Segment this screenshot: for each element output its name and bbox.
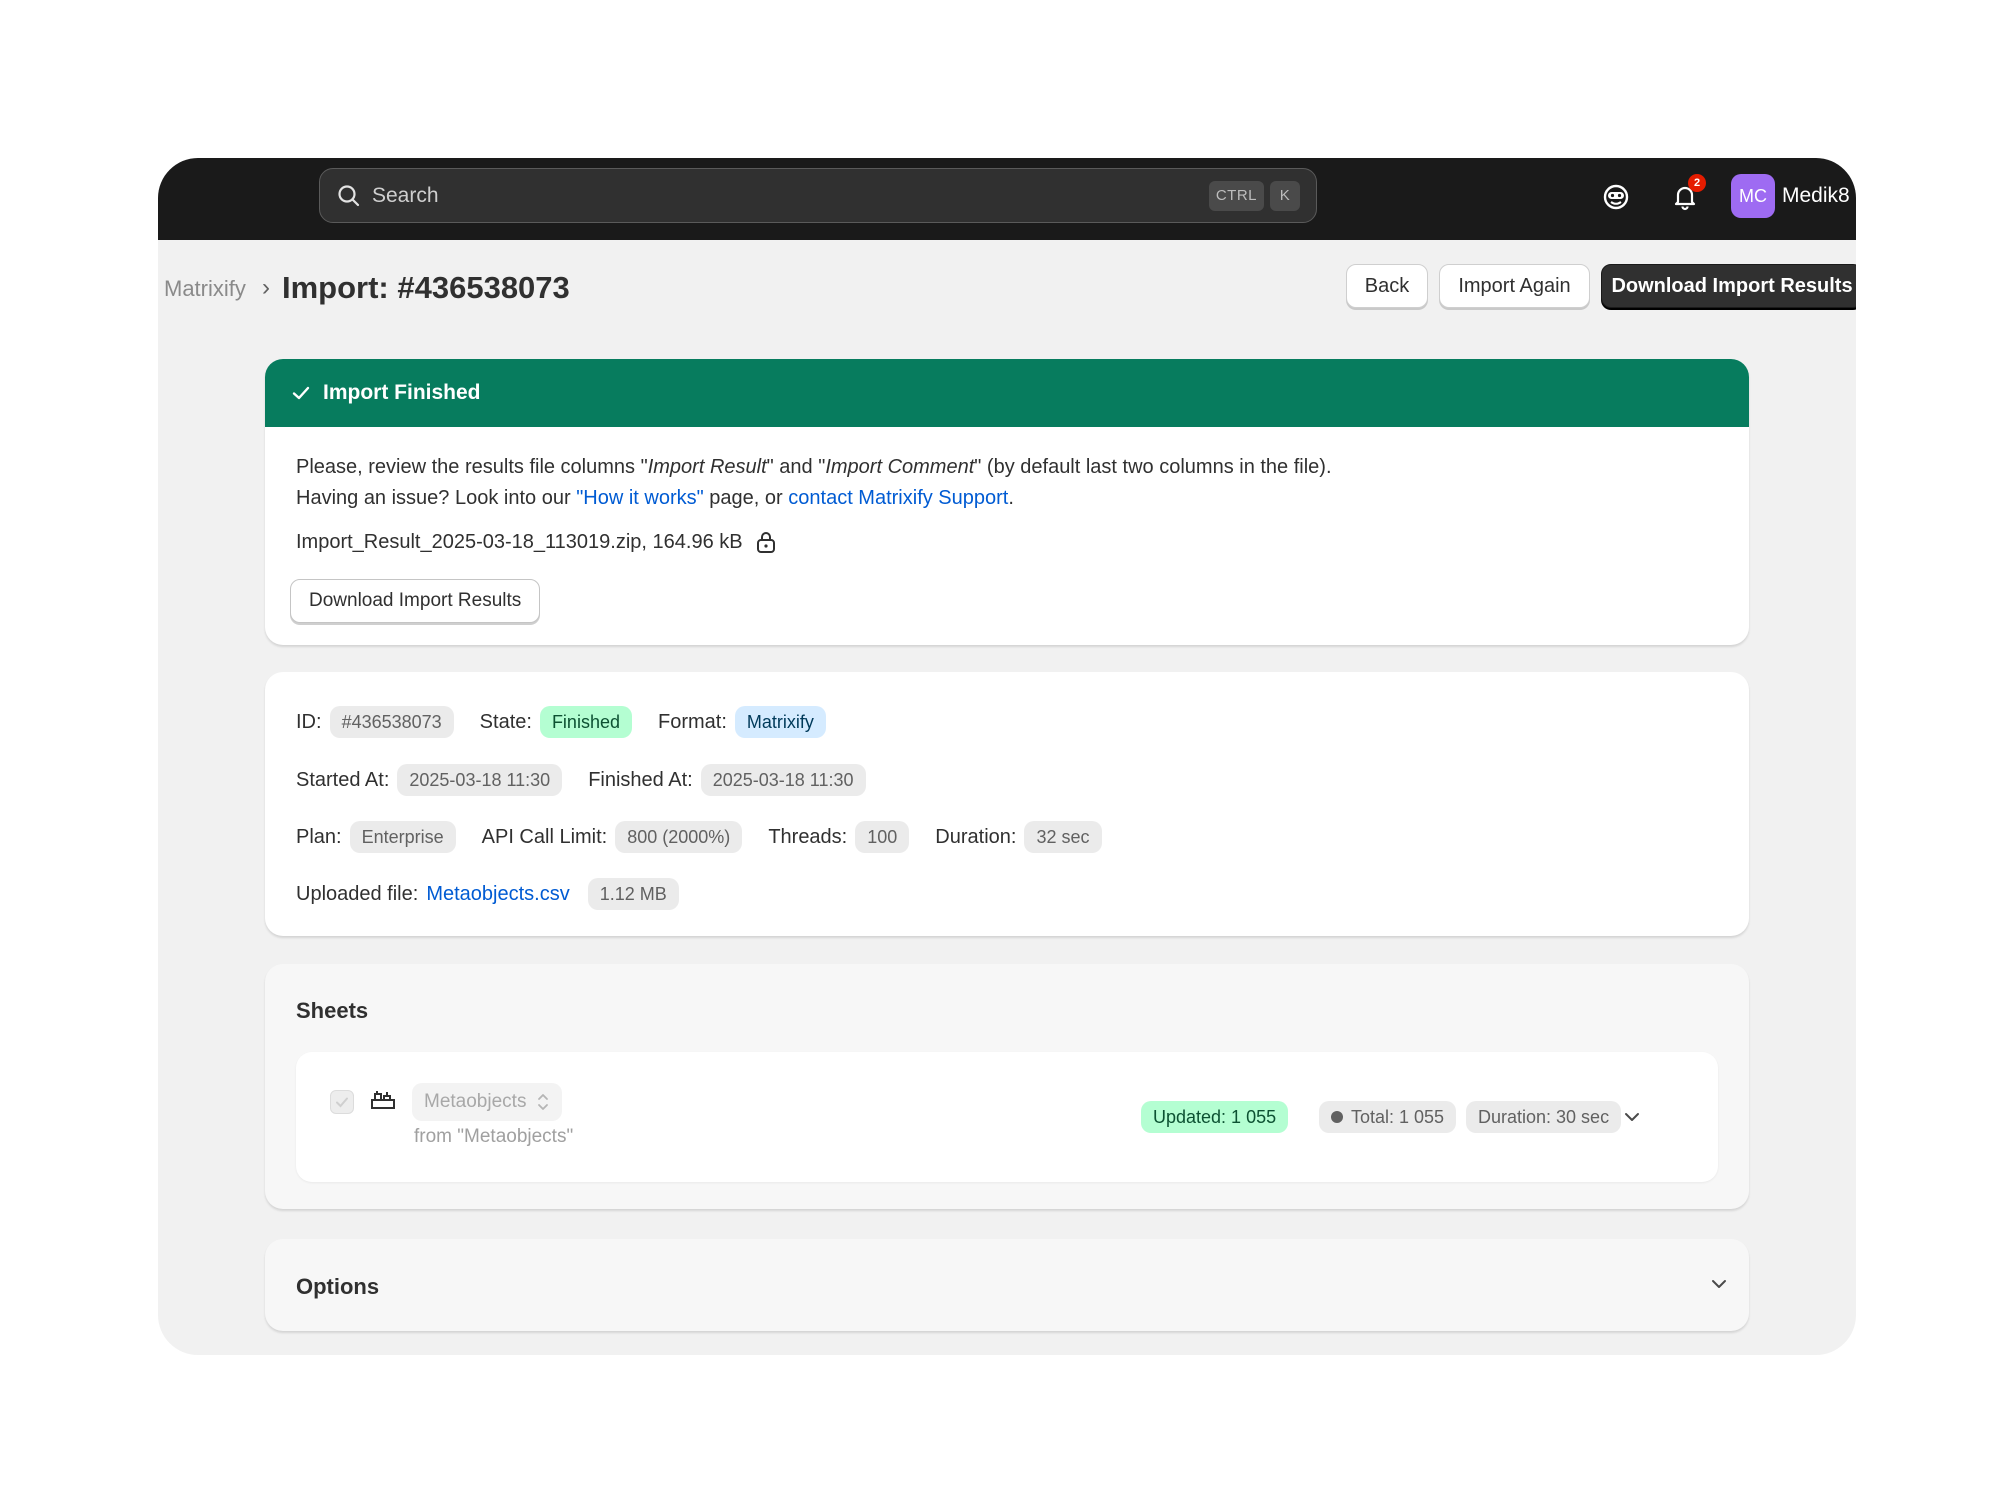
- page-title: Import: #436538073: [282, 270, 570, 305]
- sheets-title: Sheets: [296, 998, 369, 1023]
- avatar[interactable]: MC: [1731, 174, 1775, 218]
- how-it-works-link[interactable]: "How it works": [576, 487, 704, 509]
- import-details-card: ID: #436538073 State: Finished Format: M…: [265, 672, 1749, 936]
- select-chevron-icon: [536, 1091, 550, 1113]
- import-finished-card: Import Finished Please, review the resul…: [265, 359, 1749, 645]
- back-button[interactable]: Back: [1346, 264, 1428, 308]
- search-bar[interactable]: Search CTRL K: [319, 168, 1317, 223]
- sheet-duration-badge: Duration: 30 sec: [1466, 1101, 1622, 1133]
- result-file-info: Import_Result_2025-03-18_113019.zip, 164…: [296, 530, 777, 554]
- expand-options-chevron-icon[interactable]: [1704, 1269, 1734, 1299]
- finished-at-badge: 2025-03-18 11:30: [700, 764, 866, 796]
- details-row-2: Started At: 2025-03-18 11:30 Finished At…: [296, 764, 892, 796]
- import-again-button[interactable]: Import Again: [1439, 264, 1590, 308]
- started-at-badge: 2025-03-18 11:30: [397, 764, 563, 796]
- search-placeholder[interactable]: Search: [372, 184, 1203, 208]
- options-card[interactable]: Options: [265, 1239, 1749, 1331]
- sheet-checkbox[interactable]: [330, 1090, 354, 1114]
- breadcrumb[interactable]: Matrixify: [164, 276, 246, 302]
- file-size-badge: 1.12 MB: [587, 878, 679, 910]
- breadcrumb-separator: ›: [262, 274, 270, 301]
- state-badge: Finished: [539, 706, 632, 738]
- download-results-card-button[interactable]: Download Import Results: [290, 579, 541, 623]
- help-line: Having an issue? Look into our "How it w…: [296, 487, 1014, 509]
- lock-icon[interactable]: [755, 530, 777, 554]
- sheets-card: Sheets Metaobjects from "Metaobjects" Up…: [265, 964, 1749, 1209]
- updated-badge: Updated: 1 055: [1141, 1101, 1289, 1133]
- duration-badge: 32 sec: [1024, 821, 1102, 853]
- plan-badge: Enterprise: [349, 821, 456, 853]
- sheet-source: from "Metaobjects": [414, 1126, 574, 1147]
- sheet-entity-select[interactable]: Metaobjects: [412, 1083, 563, 1121]
- download-results-button[interactable]: Download Import Results: [1601, 264, 1856, 308]
- details-row-1: ID: #436538073 State: Finished Format: M…: [296, 706, 852, 738]
- id-badge: #436538073: [329, 706, 454, 738]
- search-icon: [336, 183, 362, 209]
- app-window: Search CTRL K 2 MC Medik8 Matrixify › Im…: [158, 158, 1856, 1355]
- sheet-row[interactable]: Metaobjects from "Metaobjects" Updated: …: [296, 1052, 1718, 1182]
- uploaded-file-link[interactable]: Metaobjects.csv: [426, 883, 569, 906]
- top-bar: Search CTRL K 2 MC Medik8: [158, 158, 1856, 240]
- page-header: Matrixify › Import: #436538073 Back Impo…: [158, 240, 1856, 328]
- shortcut-key-ctrl: CTRL: [1208, 180, 1264, 211]
- total-badge: Total: 1 055: [1319, 1101, 1457, 1133]
- banner-title: Import Finished: [323, 381, 481, 404]
- details-row-4: Uploaded file: Metaobjects.csv 1.12 MB: [296, 878, 705, 910]
- status-dot-icon: [1331, 1111, 1343, 1123]
- format-badge: Matrixify: [734, 706, 826, 738]
- check-icon: [292, 386, 310, 400]
- metaobject-icon: [370, 1088, 396, 1117]
- review-instructions: Please, review the results file columns …: [296, 456, 1332, 478]
- api-limit-badge: 800 (2000%): [615, 821, 743, 853]
- sidekick-icon[interactable]: [1599, 180, 1633, 214]
- store-name[interactable]: Medik8: [1782, 184, 1850, 208]
- checkmark-icon: [336, 1097, 348, 1108]
- threads-badge: 100: [855, 821, 910, 853]
- details-row-3: Plan: Enterprise API Call Limit: 800 (20…: [296, 821, 1128, 853]
- contact-support-link[interactable]: contact Matrixify Support: [788, 487, 1008, 509]
- status-banner: Import Finished: [265, 359, 1749, 427]
- bell-icon[interactable]: 2: [1668, 174, 1706, 214]
- options-title: Options: [296, 1274, 380, 1299]
- shortcut-key-k: K: [1270, 180, 1300, 211]
- notification-badge: 2: [1688, 174, 1706, 192]
- expand-sheet-chevron-icon[interactable]: [1617, 1102, 1647, 1132]
